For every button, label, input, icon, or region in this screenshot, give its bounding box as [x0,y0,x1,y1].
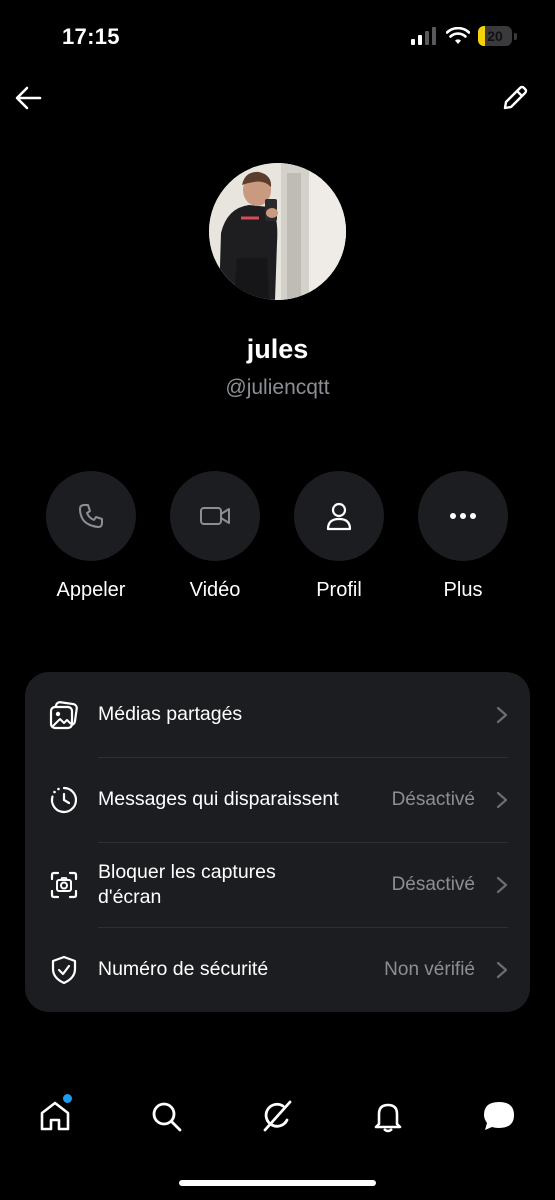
video-button-label: Vidéo [189,579,241,601]
profile-button-label: Profil [316,579,362,601]
media-gallery-icon [49,700,78,729]
wifi-icon [446,27,470,44]
call-button-circle[interactable] [46,471,136,561]
edit-button[interactable] [501,84,529,112]
person-icon [326,502,352,531]
notification-dot [63,1094,72,1103]
messages-icon [484,1102,514,1130]
call-button-label: Appeler [56,579,126,601]
shield-check-icon [51,955,77,984]
battery-icon: 20 [478,26,512,46]
battery-fill [478,26,485,46]
nav-messages[interactable] [481,1098,517,1134]
settings-row-safety-number[interactable]: Numéro de sécurité Non vérifié [25,927,530,1012]
settings-row-disappearing-messages[interactable]: Messages qui disparaissent Désactivé [25,757,530,842]
chevron-right-icon [496,706,508,723]
chevron-right-icon [496,791,508,808]
home-icon [40,1101,70,1131]
home-indicator [179,1180,376,1186]
nav-search[interactable] [148,1098,184,1134]
profile-name: jules [246,334,309,364]
grok-icon [263,1100,292,1132]
more-button-label: Plus [443,579,483,601]
nav-home[interactable] [37,1094,73,1134]
nav-grok[interactable] [259,1098,295,1134]
more-dots-icon [450,513,476,519]
video-camera-icon [200,507,230,525]
settings-row-value: Désactivé [391,788,475,810]
settings-row-block-screenshots[interactable]: Bloquer les captures d'écran Désactivé [25,842,530,927]
conversation-settings-card: Médias partagés Messages qui disparaisse… [25,672,530,1012]
profile-handle: @juliencqtt [225,376,330,399]
status-time: 17:15 [62,24,120,49]
video-button[interactable]: Vidéo [155,471,275,602]
avatar[interactable] [209,163,346,300]
battery-level: 20 [487,28,503,44]
back-button[interactable] [14,84,44,112]
profile-button-circle[interactable] [294,471,384,561]
pencil-icon [503,85,528,110]
bell-icon [374,1103,402,1133]
settings-row-value: Non vérifié [384,958,475,980]
video-button-circle[interactable] [170,471,260,561]
settings-row-value: Désactivé [391,873,475,895]
arrow-left-icon [15,86,42,110]
cellular-signal-icon [411,27,436,45]
timer-icon [50,786,78,813]
settings-row-title: Messages qui disparaissent [98,788,339,810]
screenshot-camera-icon [50,871,78,898]
more-button-circle[interactable] [418,471,508,561]
settings-row-title: Bloquer les captures d'écran [98,860,276,908]
conversation-info-screen: 17:15 20 jules @juliencqtt Appeler Vidéo… [0,0,555,1200]
settings-row-title: Numéro de sécurité [98,958,269,980]
battery-nub [514,32,517,40]
search-icon [152,1102,182,1132]
settings-row-title: Médias partagés [98,703,243,725]
chevron-right-icon [496,876,508,893]
chevron-right-icon [496,961,508,978]
more-button[interactable]: Plus [403,471,523,602]
nav-notifications[interactable] [370,1098,406,1134]
profile-button[interactable]: Profil [279,471,399,602]
settings-row-shared-media[interactable]: Médias partagés [25,672,530,757]
call-button[interactable]: Appeler [31,471,151,602]
phone-icon [79,504,103,528]
avatar-photo [209,163,346,300]
status-icons: 20 [410,26,517,46]
